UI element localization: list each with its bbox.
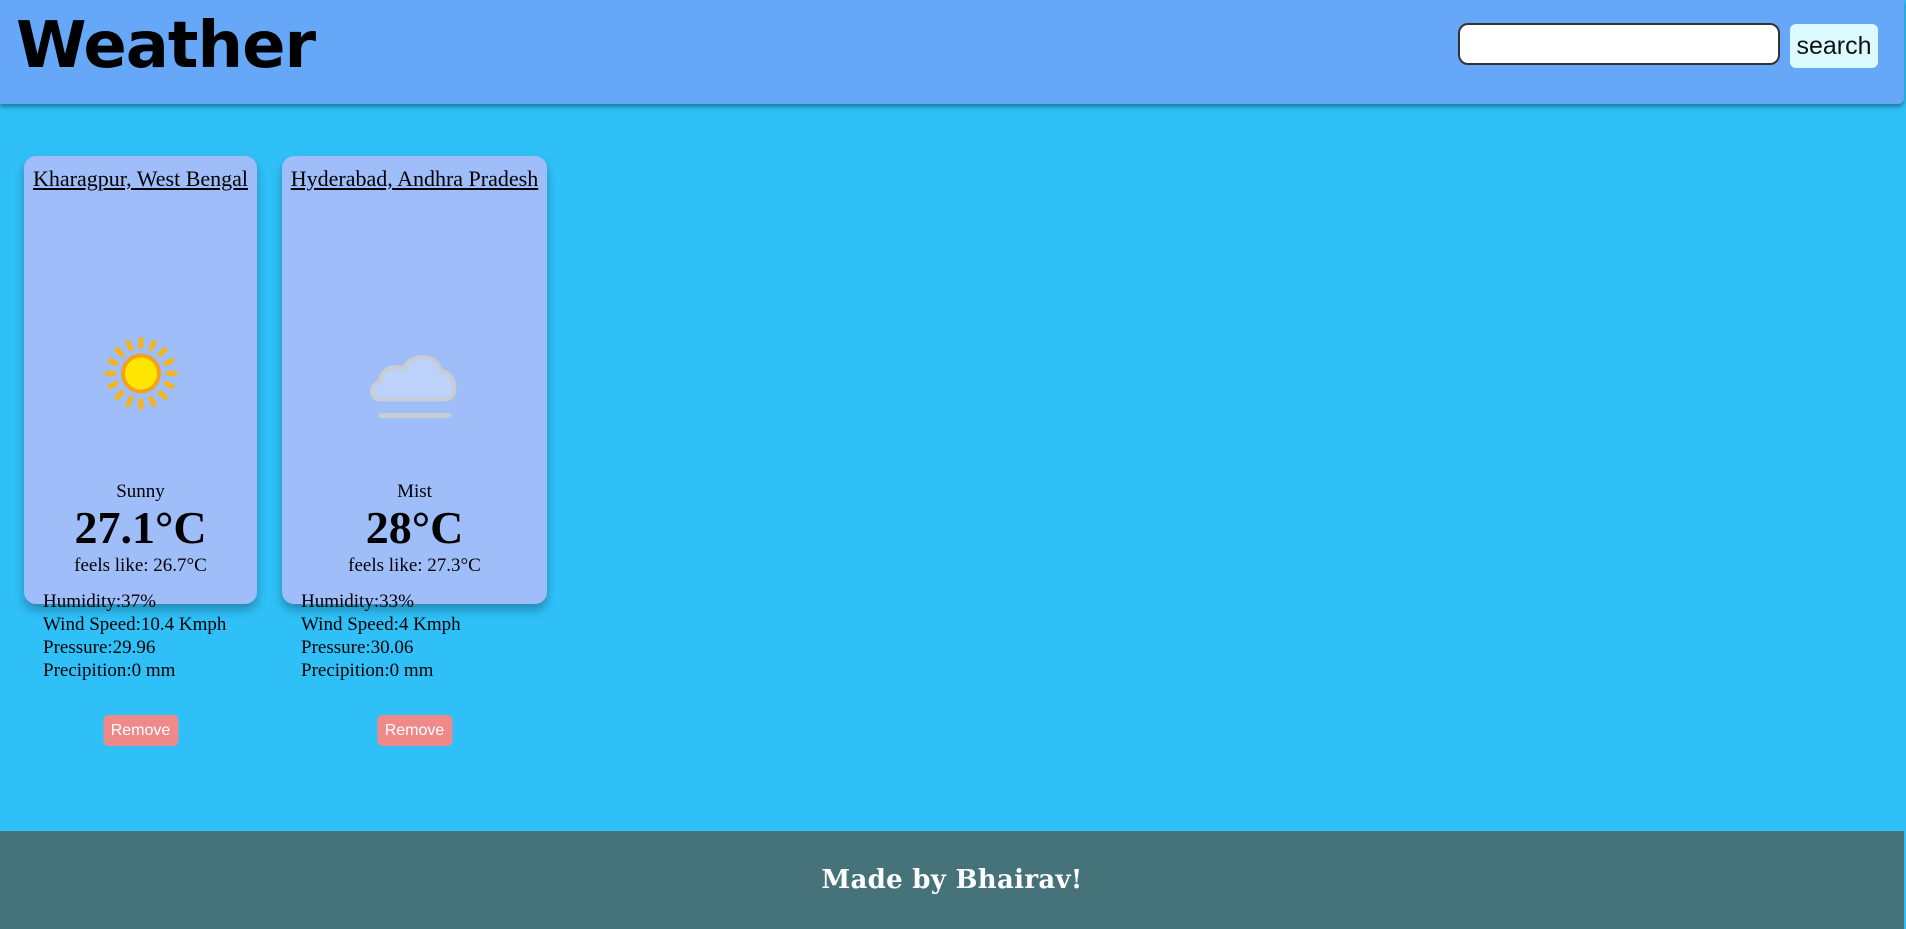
- card-location-title: Hyderabad, Andhra Pradesh: [290, 166, 539, 191]
- search-input[interactable]: [1458, 23, 1780, 65]
- weather-card-hyderabad: Hyderabad, Andhra Pradesh Mist 28°C feel…: [282, 156, 547, 746]
- precipitation-text: Precipition:0 mm: [43, 660, 176, 681]
- feels-like-text: feels like: 26.7°C: [74, 555, 207, 576]
- condition-text: Sunny: [116, 481, 165, 502]
- weather-card-kharagpur: Kharagpur, West Bengal Sunny 27.1°C feel…: [24, 156, 257, 746]
- weather-details: Humidity:33% Wind Speed:4 Kmph Pressure:…: [301, 590, 461, 682]
- search-button[interactable]: search: [1790, 24, 1878, 68]
- footer-credit: Made by Bhairav!: [821, 865, 1083, 895]
- wind-speed-text: Wind Speed:4 Kmph: [301, 614, 461, 635]
- mist-cloud-icon: [367, 338, 463, 429]
- feels-like-text: feels like: 27.3°C: [348, 555, 481, 576]
- temperature-value: 27.1°C: [74, 502, 207, 553]
- sun-icon: [103, 336, 179, 417]
- condition-text: Mist: [397, 481, 432, 502]
- footer: Made by Bhairav!: [0, 831, 1904, 929]
- header-bar: Weather search: [0, 0, 1904, 104]
- humidity-text: Humidity:37%: [43, 591, 156, 612]
- weather-details: Humidity:37% Wind Speed:10.4 Kmph Pressu…: [43, 590, 226, 682]
- precipitation-text: Precipition:0 mm: [301, 660, 434, 681]
- remove-button[interactable]: Remove: [377, 715, 452, 746]
- app-title: Weather: [16, 9, 316, 83]
- card-location-title: Kharagpur, West Bengal: [32, 166, 249, 191]
- temperature-value: 28°C: [365, 502, 464, 553]
- pressure-text: Pressure:30.06: [301, 637, 414, 658]
- humidity-text: Humidity:33%: [301, 591, 414, 612]
- pressure-text: Pressure:29.96: [43, 637, 156, 658]
- remove-button[interactable]: Remove: [103, 715, 178, 746]
- wind-speed-text: Wind Speed:10.4 Kmph: [43, 614, 227, 635]
